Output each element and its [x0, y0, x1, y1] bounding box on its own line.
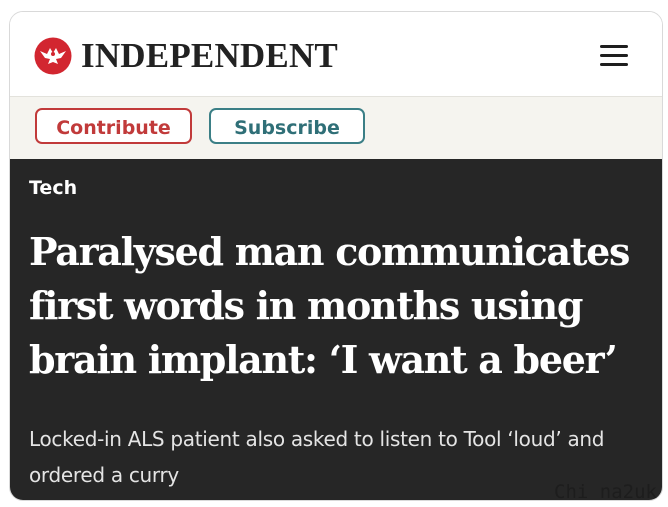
- article-card: INDEPENDENT Contribute Subscribe Tech Pa…: [9, 11, 663, 501]
- eagle-logo-icon[interactable]: [34, 37, 72, 75]
- hamburger-menu-icon[interactable]: [596, 42, 632, 70]
- masthead: INDEPENDENT: [10, 12, 662, 96]
- watermark-text: Chi na2uk: [554, 481, 657, 503]
- article-headline: Paralysed man communicates first words i…: [29, 229, 630, 382]
- menu-bar-bottom: [600, 63, 628, 66]
- logo-wordmark[interactable]: INDEPENDENT: [81, 36, 338, 76]
- support-bar: Contribute Subscribe: [10, 96, 662, 159]
- menu-bar-top: [600, 45, 628, 48]
- article-header: Tech Paralysed man communicates first wo…: [10, 159, 662, 500]
- contribute-button[interactable]: Contribute: [35, 108, 192, 144]
- article-category-link[interactable]: Tech: [29, 176, 77, 200]
- menu-bar-middle: [600, 54, 628, 57]
- subscribe-button[interactable]: Subscribe: [209, 108, 365, 144]
